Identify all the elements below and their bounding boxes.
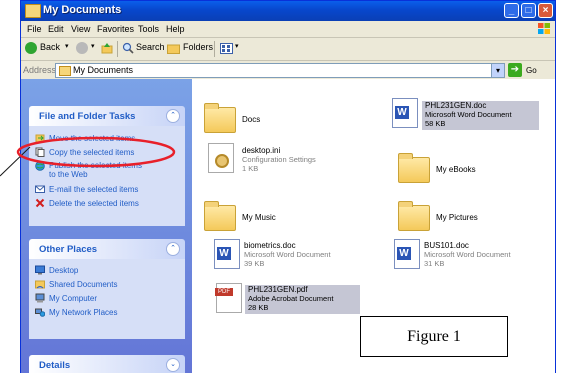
collapse-chevron-icon[interactable]: ⌃ xyxy=(166,109,180,123)
file-type: Adobe Acrobat Document xyxy=(248,294,334,303)
menu-bar: File Edit View Favorites Tools Help xyxy=(21,21,555,38)
windows-logo-icon xyxy=(538,23,550,34)
close-button[interactable]: × xyxy=(538,3,553,18)
move-icon xyxy=(35,134,45,143)
folder-icon xyxy=(25,4,41,18)
place-my-network-places[interactable]: My Network Places xyxy=(49,308,117,317)
file-size: 31 KB xyxy=(424,259,445,268)
desktop-icon xyxy=(35,265,45,275)
file-size: 1 KB xyxy=(242,164,259,173)
file-size: 58 KB xyxy=(425,119,446,128)
address-value: My Documents xyxy=(73,65,134,75)
up-folder-icon[interactable] xyxy=(101,42,113,54)
toolbar-separator xyxy=(117,41,118,57)
file-name: PHL231GEN.pdf xyxy=(248,285,308,294)
email-icon xyxy=(35,185,45,193)
config-settings-icon xyxy=(208,143,234,173)
task-delete[interactable]: Delete the selected items xyxy=(49,199,139,208)
file-type: Microsoft Word Document xyxy=(424,250,511,259)
maximize-button[interactable]: □ xyxy=(521,3,536,18)
folder-icon xyxy=(398,201,430,231)
pdf-document-icon: PDF xyxy=(215,283,242,313)
publish-web-icon xyxy=(35,161,45,171)
other-places-body: Desktop Shared Documents My Computer My … xyxy=(29,259,185,339)
title-bar[interactable]: My Documents _ □ × xyxy=(21,1,555,21)
search-icon xyxy=(122,42,134,54)
task-email[interactable]: E-mail the selected items xyxy=(49,185,138,194)
go-arrow-icon[interactable]: ➔ xyxy=(508,63,522,77)
file-folder-tasks-title: File and Folder Tasks xyxy=(39,111,136,122)
menu-file[interactable]: File xyxy=(27,24,42,34)
back-dropdown-icon[interactable]: ▾ xyxy=(65,42,69,50)
views-dropdown-icon[interactable]: ▾ xyxy=(235,42,239,50)
back-arrow-icon[interactable] xyxy=(25,42,37,54)
folders-button[interactable]: Folders xyxy=(183,42,213,52)
copy-icon xyxy=(35,147,45,157)
go-button[interactable]: Go xyxy=(526,66,537,75)
folders-icon xyxy=(167,44,180,54)
menu-tools[interactable]: Tools xyxy=(138,24,159,34)
place-my-computer[interactable]: My Computer xyxy=(49,294,97,303)
file-type: Microsoft Word Document xyxy=(244,250,331,259)
toolbar-separator xyxy=(214,41,215,57)
figure-caption: Figure 1 xyxy=(407,328,461,345)
address-field[interactable]: My Documents ▾ xyxy=(55,63,505,78)
place-desktop[interactable]: Desktop xyxy=(49,266,78,275)
pdf-label: PDF xyxy=(215,288,233,296)
other-places-header[interactable]: Other Places ⌃ xyxy=(29,239,185,259)
delete-icon xyxy=(35,198,45,208)
task-copy[interactable]: Copy the selected items xyxy=(49,148,134,157)
menu-help[interactable]: Help xyxy=(166,24,185,34)
file-size: 39 KB xyxy=(244,259,265,268)
address-dropdown-icon[interactable]: ▾ xyxy=(491,64,504,77)
task-publish[interactable]: Publish the selected items xyxy=(49,161,142,170)
file-folder-tasks-body: Move the selected items Copy the selecte… xyxy=(29,126,185,226)
menu-view[interactable]: View xyxy=(71,24,90,34)
folder-icon xyxy=(398,153,430,183)
shared-folder-icon xyxy=(35,280,45,289)
task-pane: File and Folder Tasks ⌃ Move the selecte… xyxy=(21,79,192,373)
place-shared-documents[interactable]: Shared Documents xyxy=(49,280,117,289)
other-places-title: Other Places xyxy=(39,244,98,255)
folder-icon xyxy=(59,66,71,76)
expand-chevron-icon[interactable]: ⌄ xyxy=(166,358,180,372)
file-size: 28 KB xyxy=(248,303,269,312)
folder-icon xyxy=(204,103,236,133)
task-publish-line2[interactable]: to the Web xyxy=(49,170,88,179)
network-icon xyxy=(35,308,45,317)
menu-favorites[interactable]: Favorites xyxy=(97,24,134,34)
collapse-chevron-icon[interactable]: ⌃ xyxy=(166,242,180,256)
task-move[interactable]: Move the selected items xyxy=(49,134,135,143)
computer-icon xyxy=(35,293,45,303)
folder-icon xyxy=(204,201,236,231)
file-name: PHL231GEN.doc xyxy=(425,101,487,110)
file-type: Microsoft Word Document xyxy=(425,110,512,119)
file-name: biometrics.doc xyxy=(244,241,296,250)
forward-arrow-icon[interactable] xyxy=(76,42,88,54)
minimize-button[interactable]: _ xyxy=(504,3,519,18)
file-name: My eBooks xyxy=(436,165,476,174)
word-doc-icon: W xyxy=(394,239,420,269)
word-doc-icon: W xyxy=(392,98,418,128)
menu-edit[interactable]: Edit xyxy=(48,24,64,34)
file-name: Docs xyxy=(242,115,261,124)
file-folder-tasks-header[interactable]: File and Folder Tasks ⌃ xyxy=(29,106,185,126)
address-label: Address xyxy=(23,65,57,75)
file-name: BUS101.doc xyxy=(424,241,469,250)
forward-dropdown-icon[interactable]: ▾ xyxy=(91,42,95,50)
file-type: Configuration Settings xyxy=(242,155,316,164)
file-name: My Pictures xyxy=(436,213,478,222)
word-doc-icon: W xyxy=(214,239,240,269)
details-title: Details xyxy=(39,360,71,371)
back-button[interactable]: Back xyxy=(40,42,60,52)
file-name: My Music xyxy=(242,213,276,222)
address-bar: Address My Documents ▾ ➔ Go xyxy=(21,61,555,79)
views-icon[interactable] xyxy=(220,43,233,54)
toolbar: Back ▾ ▾ Search Folders ▾ xyxy=(21,38,555,61)
window-title: My Documents xyxy=(43,4,122,16)
file-name: desktop.ini xyxy=(242,146,281,155)
search-button[interactable]: Search xyxy=(136,42,165,52)
details-header[interactable]: Details ⌄ xyxy=(29,355,185,373)
figure-caption-box: Figure 1 xyxy=(360,316,508,357)
